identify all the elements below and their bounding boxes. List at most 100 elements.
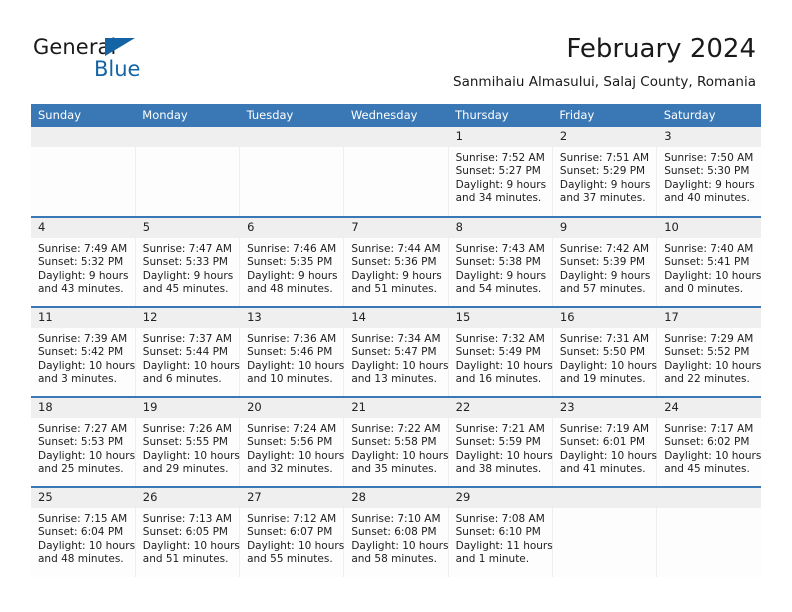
calendar-container: Sunday Monday Tuesday Wednesday Thursday Frid… — [31, 104, 761, 577]
triangle-logo-icon — [105, 38, 135, 56]
calendar-day-cell[interactable]: 16 Sunrise: 7:31 AM Sunset: 5:50 PM Dayligh… — [551, 307, 658, 398]
day-daylight2-text: and 37 minutes. — [559, 192, 646, 205]
day-daylight2-text: and 22 minutes. — [664, 373, 750, 386]
day-sunset-text: Sunset: 5:30 PM — [664, 165, 750, 178]
weekday-header-sunday: Sunday — [31, 104, 136, 127]
day-sunset-text: Sunset: 6:10 PM — [455, 526, 541, 539]
calendar-day-cell[interactable]: 14 Sunrise: 7:34 AM Sunset: 5:47 PM Dayligh… — [343, 307, 449, 398]
day-daylight1-text: Daylight: 10 hours — [351, 449, 449, 462]
day-daylight1-text: Daylight: 9 hours — [455, 269, 547, 282]
calendar-day-cell[interactable]: 3 Sunrise: 7:50 AM Sunset: 5:30 PM Daylight… — [656, 127, 761, 218]
day-sun-info: Sunrise: 7:51 AM Sunset: 5:29 PM Daylight:… — [553, 147, 656, 206]
day-daylight1-text: Daylight: 10 hours — [142, 449, 240, 462]
day-sunrise-text: Sunrise: 7:26 AM — [142, 423, 232, 435]
calendar-day-cell[interactable]: 27 Sunrise: 7:12 AM Sunset: 6:07 PM Dayligh… — [239, 487, 344, 577]
calendar-day-cell[interactable]: 19 Sunrise: 7:26 AM Sunset: 5:55 PM Dayligh… — [134, 397, 240, 488]
calendar-day-cell[interactable]: 28 Sunrise: 7:10 AM Sunset: 6:08 PM Dayligh… — [343, 487, 449, 577]
day-daylight2-text: and 25 minutes. — [38, 463, 124, 476]
day-sun-info: Sunrise: 7:39 AM Sunset: 5:42 PM Daylight:… — [31, 328, 135, 387]
day-sun-info: Sunrise: 7:47 AM Sunset: 5:33 PM Daylight:… — [136, 238, 239, 297]
day-sunset-text: Sunset: 6:08 PM — [351, 526, 437, 539]
calendar-day-cell-empty — [551, 487, 657, 577]
day-sunset-text: Sunset: 5:27 PM — [455, 165, 541, 178]
day-daylight2-text: and 35 minutes. — [351, 463, 437, 476]
day-number: 9 — [552, 218, 657, 238]
day-sunrise-text: Sunrise: 7:32 AM — [455, 333, 545, 345]
weekday-header-saturday: Saturday — [656, 104, 761, 127]
calendar-day-cell[interactable]: 29 Sunrise: 7:08 AM Sunset: 6:10 PM Dayligh… — [447, 487, 553, 577]
calendar-day-cell[interactable]: 21 Sunrise: 7:22 AM Sunset: 5:58 PM Dayligh… — [343, 397, 449, 488]
calendar-day-cell[interactable]: 23 Sunrise: 7:19 AM Sunset: 6:01 PM Dayligh… — [551, 397, 658, 488]
day-daylight2-text: and 3 minutes. — [38, 373, 117, 386]
calendar-day-cell[interactable]: 25 Sunrise: 7:15 AM Sunset: 6:04 PM Dayligh… — [31, 487, 136, 577]
calendar-day-cell[interactable]: 15 Sunrise: 7:32 AM Sunset: 5:49 PM Dayligh… — [447, 307, 553, 398]
calendar-week-row: 1 Sunrise: 7:52 AM Sunset: 5:27 PM Daylight… — [31, 127, 761, 218]
day-sunrise-text: Sunrise: 7:21 AM — [455, 423, 545, 435]
day-sunset-text: Sunset: 6:01 PM — [559, 436, 646, 449]
calendar-day-cell[interactable]: 22 Sunrise: 7:21 AM Sunset: 5:59 PM Dayligh… — [447, 397, 553, 488]
day-sunrise-text: Sunrise: 7:42 AM — [559, 243, 650, 255]
calendar-day-cell[interactable]: 6 Sunrise: 7:46 AM Sunset: 5:35 PM Daylight… — [239, 217, 344, 308]
day-daylight1-text: Daylight: 10 hours — [559, 359, 658, 372]
day-daylight1-text: Daylight: 10 hours — [559, 449, 658, 462]
calendar-day-cell[interactable]: 1 Sunrise: 7:52 AM Sunset: 5:27 PM Daylight… — [447, 127, 553, 218]
day-sunset-text: Sunset: 5:47 PM — [351, 346, 437, 359]
day-daylight1-text: Daylight: 10 hours — [247, 449, 345, 462]
calendar-day-cell-empty — [134, 127, 240, 218]
calendar-day-cell[interactable]: 2 Sunrise: 7:51 AM Sunset: 5:29 PM Daylight… — [551, 127, 657, 218]
calendar-page: General Blue February 2024 Sanmihaiu Alm… — [0, 0, 792, 612]
day-number: 3 — [657, 127, 761, 147]
day-daylight1-text: Daylight: 10 hours — [351, 359, 449, 372]
day-number: 17 — [657, 308, 761, 328]
calendar-day-cell[interactable]: 18 Sunrise: 7:27 AM Sunset: 5:53 PM Dayligh… — [31, 397, 136, 488]
day-number: 2 — [552, 127, 657, 147]
calendar-day-cell[interactable]: 17 Sunrise: 7:29 AM Sunset: 5:52 PM Dayligh… — [656, 307, 761, 398]
calendar-header-row: Sunday Monday Tuesday Wednesday Thursday Frid… — [31, 104, 761, 127]
calendar-day-cell[interactable]: 9 Sunrise: 7:42 AM Sunset: 5:39 PM Daylight… — [551, 217, 657, 308]
day-sunrise-text: Sunrise: 7:10 AM — [351, 513, 441, 525]
day-sunrise-text: Sunrise: 7:39 AM — [38, 333, 128, 345]
brand-logo[interactable]: General Blue — [33, 36, 213, 86]
day-sun-info: Sunrise: 7:10 AM Sunset: 6:08 PM Daylight:… — [344, 508, 449, 567]
day-number: 15 — [448, 308, 552, 328]
day-sun-info: Sunrise: 7:13 AM Sunset: 6:05 PM Daylight:… — [136, 508, 240, 567]
calendar-day-cell[interactable]: 7 Sunrise: 7:44 AM Sunset: 5:36 PM Daylight… — [343, 217, 449, 308]
day-sun-info: Sunrise: 7:49 AM Sunset: 5:32 PM Daylight:… — [31, 238, 135, 297]
calendar-day-cell[interactable]: 10 Sunrise: 7:40 AM Sunset: 5:41 PM Dayligh… — [656, 217, 761, 308]
day-sunset-text: Sunset: 5:33 PM — [142, 256, 228, 269]
day-sunset-text: Sunset: 5:41 PM — [664, 256, 750, 269]
calendar-day-cell[interactable]: 8 Sunrise: 7:43 AM Sunset: 5:38 PM Daylight… — [447, 217, 553, 308]
calendar-day-cell[interactable]: 4 Sunrise: 7:49 AM Sunset: 5:32 PM Daylight… — [31, 217, 136, 308]
calendar-day-cell[interactable]: 26 Sunrise: 7:13 AM Sunset: 6:05 PM Dayligh… — [134, 487, 240, 577]
day-number: 18 — [31, 398, 135, 418]
day-sunrise-text: Sunrise: 7:36 AM — [247, 333, 337, 345]
day-sun-info: Sunrise: 7:15 AM Sunset: 6:04 PM Daylight:… — [31, 508, 135, 567]
day-sun-info: Sunrise: 7:44 AM Sunset: 5:36 PM Daylight:… — [344, 238, 447, 297]
day-sun-info: Sunrise: 7:50 AM Sunset: 5:30 PM Daylight:… — [657, 147, 761, 206]
calendar-day-cell[interactable]: 20 Sunrise: 7:24 AM Sunset: 5:56 PM Dayligh… — [239, 397, 345, 488]
day-sun-info: Sunrise: 7:29 AM Sunset: 5:52 PM Daylight:… — [657, 328, 761, 387]
day-sun-info: Sunrise: 7:12 AM Sunset: 6:07 PM Daylight:… — [240, 508, 344, 567]
day-daylight2-text: and 55 minutes. — [247, 553, 333, 566]
day-sunrise-text: Sunrise: 7:49 AM — [38, 243, 128, 255]
day-daylight2-text: and 6 minutes. — [142, 373, 222, 386]
day-sunrise-text: Sunrise: 7:51 AM — [559, 152, 650, 164]
day-sunrise-text: Sunrise: 7:43 AM — [455, 243, 545, 255]
day-daylight1-text: Daylight: 10 hours — [351, 539, 449, 552]
calendar-week-row: 18 Sunrise: 7:27 AM Sunset: 5:53 PM Dayligh… — [31, 397, 761, 488]
day-sunset-text: Sunset: 6:05 PM — [142, 526, 228, 539]
calendar-day-cell[interactable]: 5 Sunrise: 7:47 AM Sunset: 5:33 PM Daylight… — [134, 217, 240, 308]
calendar-day-cell[interactable]: 12 Sunrise: 7:37 AM Sunset: 5:44 PM Dayligh… — [134, 307, 240, 398]
weekday-header-monday: Monday — [135, 104, 240, 127]
day-number: 6 — [240, 218, 344, 238]
day-daylight2-text: and 29 minutes. — [142, 463, 229, 476]
day-sunrise-text: Sunrise: 7:50 AM — [664, 152, 754, 164]
calendar-day-cell[interactable]: 11 Sunrise: 7:39 AM Sunset: 5:42 PM Dayligh… — [31, 307, 136, 398]
day-sunset-text: Sunset: 5:29 PM — [559, 165, 646, 178]
day-number: 16 — [552, 308, 657, 328]
calendar-week-row: 25 Sunrise: 7:15 AM Sunset: 6:04 PM Dayligh… — [31, 487, 761, 577]
calendar-day-cell[interactable]: 24 Sunrise: 7:17 AM Sunset: 6:02 PM Dayligh… — [656, 397, 761, 488]
calendar-day-cell[interactable]: 13 Sunrise: 7:36 AM Sunset: 5:46 PM Dayligh… — [239, 307, 344, 398]
day-sun-info: Sunrise: 7:40 AM Sunset: 5:41 PM Daylight:… — [657, 238, 761, 297]
day-number: 27 — [240, 488, 344, 508]
